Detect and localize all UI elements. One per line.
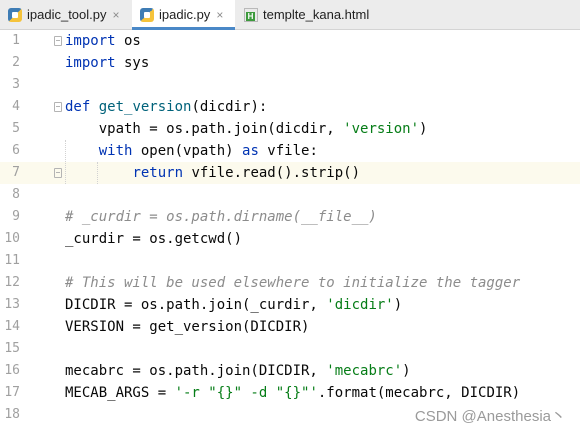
code-line[interactable]: 14 VERSION = get_version(DICDIR)	[0, 316, 580, 338]
code-line[interactable]: 13 DICDIR = os.path.join(_curdir, 'dicdir…	[0, 294, 580, 316]
code-line[interactable]: 17 MECAB_ARGS = '-r "{}" -d "{}"'.format(…	[0, 382, 580, 404]
tab-templte-kana[interactable]: H templte_kana.html	[236, 0, 386, 29]
line-number: 17	[4, 385, 20, 400]
code-line[interactable]: 9 # _curdir = os.path.dirname(__file__)	[0, 206, 580, 228]
code-text: mecabrc = os.path.join(DICDIR, 'mecabrc'…	[65, 363, 411, 379]
indent-guide	[65, 140, 66, 184]
indent-guide	[97, 162, 98, 184]
line-number: 8	[12, 187, 20, 202]
python-file-icon	[8, 7, 22, 22]
code-line[interactable]: 16 mecabrc = os.path.join(DICDIR, 'mecabr…	[0, 360, 580, 382]
code-text: import sys	[65, 55, 150, 71]
html-file-icon: H	[244, 7, 258, 22]
code-line[interactable]: 11	[0, 250, 580, 272]
line-number: 1	[12, 33, 20, 48]
code-line[interactable]: 10 _curdir = os.getcwd()	[0, 228, 580, 250]
python-file-icon	[140, 7, 154, 22]
line-number: 16	[4, 363, 20, 378]
line-number: 14	[4, 319, 20, 334]
fold-marker-icon[interactable]	[54, 36, 62, 46]
code-line[interactable]: 1 import os	[0, 30, 580, 52]
tab-label: ipadic.py	[159, 7, 211, 22]
code-text: with open(vpath) as vfile:	[98, 143, 318, 159]
code-line[interactable]: 12 # This will be used elsewhere to initi…	[0, 272, 580, 294]
line-number: 15	[4, 341, 20, 356]
line-number: 7	[12, 165, 20, 180]
code-text: def get_version(dicdir):	[65, 99, 268, 115]
line-number: 10	[4, 231, 20, 246]
code-text: _curdir = os.getcwd()	[65, 231, 243, 247]
code-text: return vfile.read().strip()	[132, 165, 361, 181]
fold-marker-icon[interactable]	[54, 168, 62, 178]
code-line[interactable]: 8	[0, 184, 580, 206]
code-text: MECAB_ARGS = '-r "{}" -d "{}"'.format(me…	[65, 385, 521, 401]
line-number: 12	[4, 275, 20, 290]
code-text: VERSION = get_version(DICDIR)	[65, 319, 310, 335]
tab-label: templte_kana.html	[263, 7, 370, 22]
tab-ipadic-tool[interactable]: ipadic_tool.py ×	[0, 0, 131, 29]
code-text: import os	[65, 33, 141, 49]
watermark: CSDN @Anesthesia丶	[414, 408, 566, 425]
code-text: # _curdir = os.path.dirname(__file__)	[65, 209, 377, 225]
line-number: 4	[12, 99, 20, 114]
code-editor[interactable]: 1 import os 2 import sys 3 4 def get_version(d…	[0, 30, 580, 432]
fold-marker-icon[interactable]	[54, 102, 62, 112]
code-text: vpath = os.path.join(dicdir, 'version')	[65, 121, 428, 137]
code-line[interactable]: 15	[0, 338, 580, 360]
line-number: 2	[12, 55, 20, 70]
tab-label: ipadic_tool.py	[27, 7, 107, 22]
code-line[interactable]: 2 import sys	[0, 52, 580, 74]
code-line[interactable]: 4 def get_version(dicdir):	[0, 96, 580, 118]
code-text: # This will be used elsewhere to initial…	[65, 275, 521, 291]
tab-ipadic[interactable]: ipadic.py ×	[132, 0, 235, 30]
line-number: 18	[4, 407, 20, 422]
editor-tab-bar: ipadic_tool.py × ipadic.py × H templte_k…	[0, 0, 580, 30]
close-icon[interactable]: ×	[216, 8, 223, 22]
code-line[interactable]: 5 vpath = os.path.join(dicdir, 'version'…	[0, 118, 580, 140]
code-line[interactable]: 7 return vfile.read().strip()	[0, 162, 580, 184]
code-line[interactable]: 3	[0, 74, 580, 96]
line-number: 9	[12, 209, 20, 224]
line-number: 3	[12, 77, 20, 92]
line-number: 13	[4, 297, 20, 312]
code-text: DICDIR = os.path.join(_curdir, 'dicdir')	[65, 297, 403, 313]
code-line[interactable]: 6 with open(vpath) as vfile:	[0, 140, 580, 162]
line-number: 11	[4, 253, 20, 268]
line-number: 5	[12, 121, 20, 136]
line-number: 6	[12, 143, 20, 158]
close-icon[interactable]: ×	[113, 8, 120, 22]
